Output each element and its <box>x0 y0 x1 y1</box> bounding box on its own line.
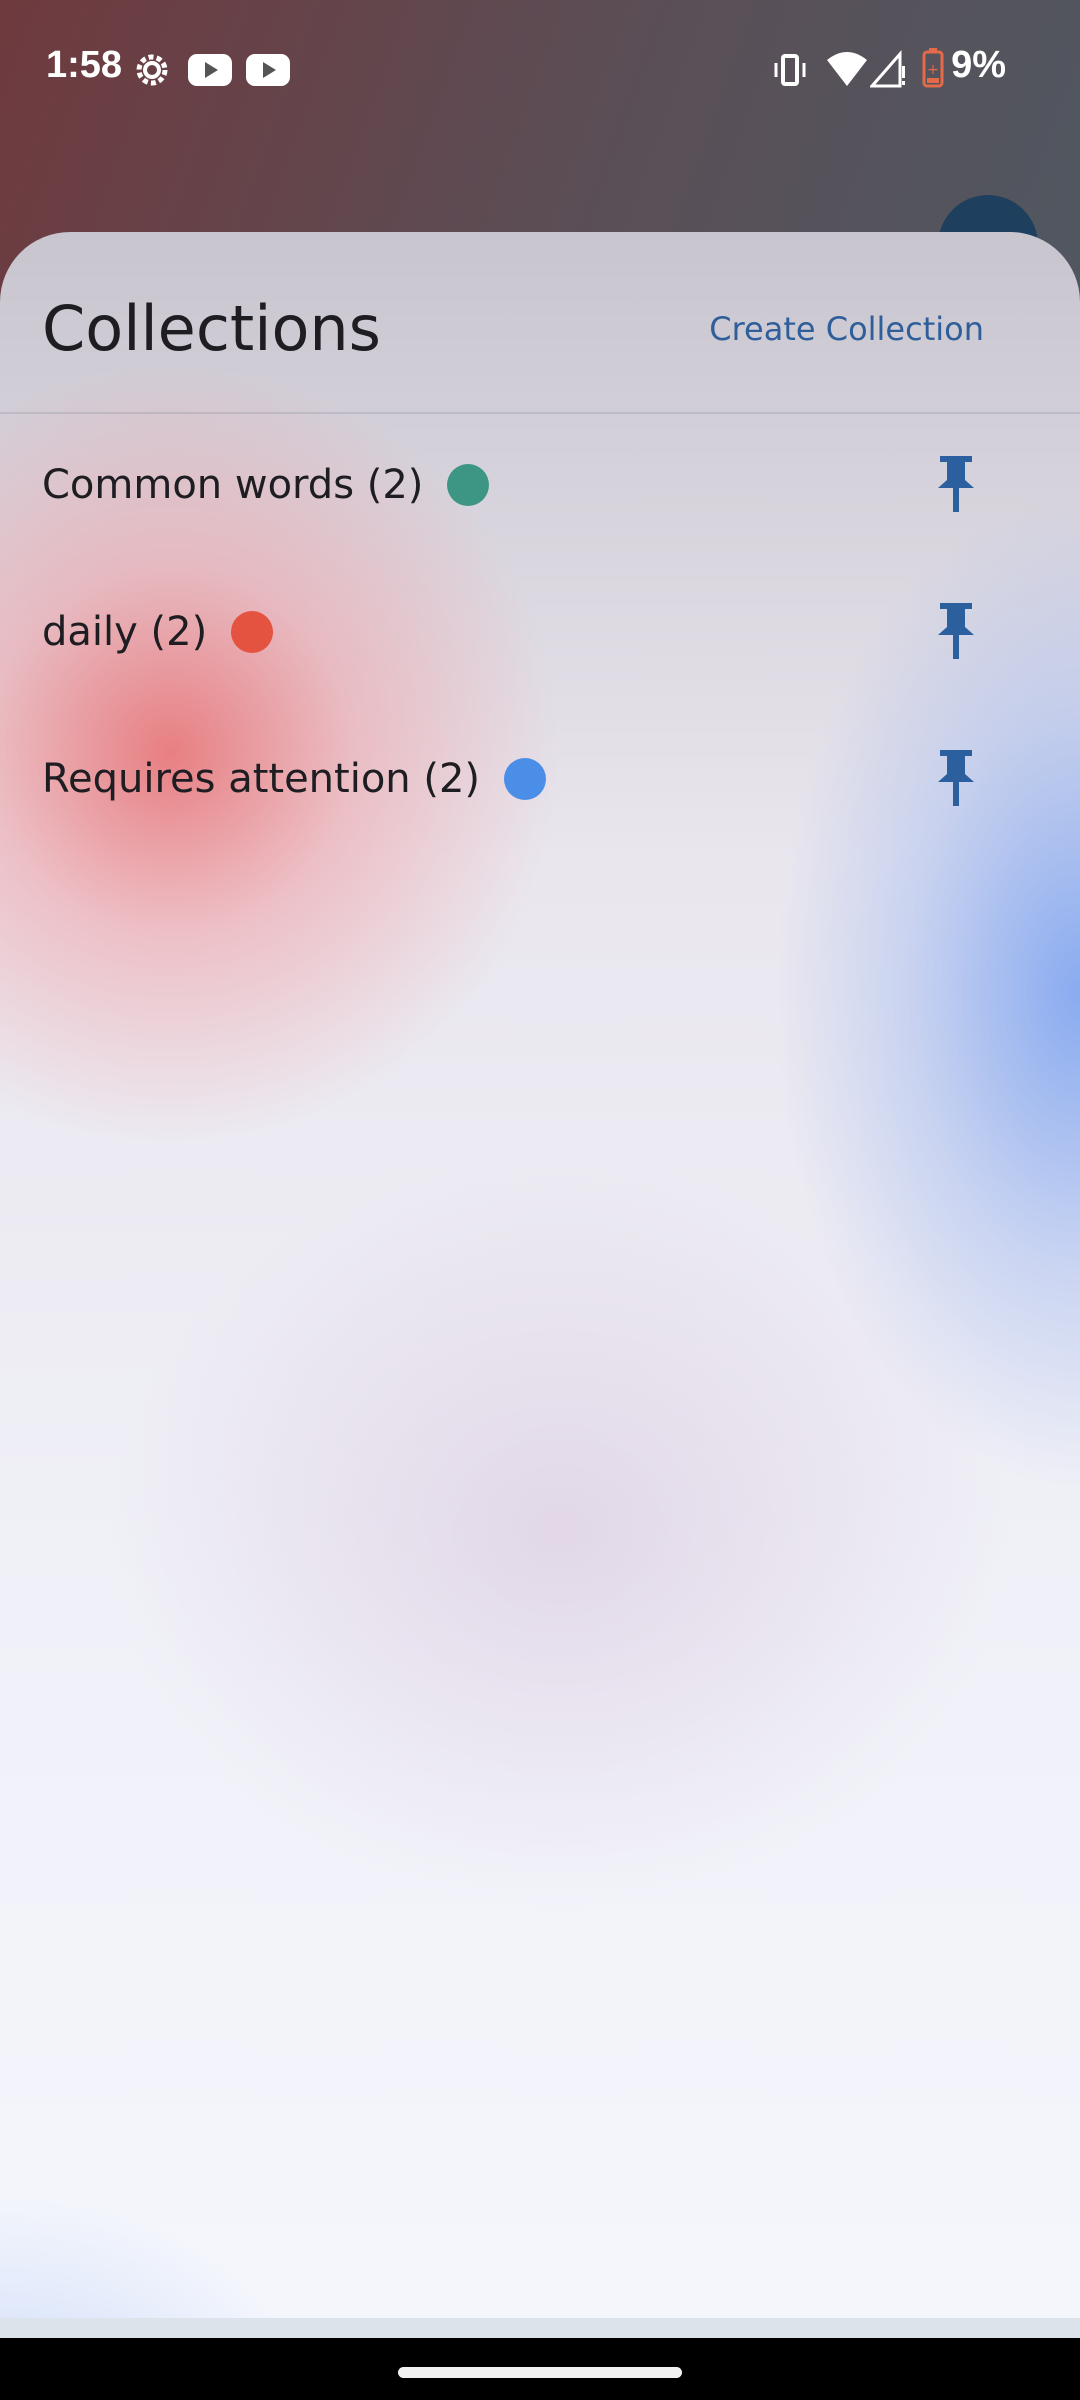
pin-icon[interactable] <box>936 750 976 808</box>
pin-icon[interactable] <box>936 456 976 514</box>
youtube-icon <box>188 54 232 91</box>
create-collection-button[interactable]: Create Collection <box>709 310 984 348</box>
youtube-icon <box>246 54 290 91</box>
collection-label: Requires attention (2) <box>42 756 481 802</box>
cell-signal-icon <box>868 50 906 93</box>
status-bar: 1:58 + 9% <box>0 0 1080 136</box>
collection-row-common-words[interactable]: Common words (2) <box>0 412 1080 558</box>
settings-gear-icon <box>132 50 172 95</box>
collections-bottom-sheet: Collections Create Collection Common wor… <box>0 232 1080 2320</box>
nav-divider <box>0 2318 1080 2338</box>
svg-text:+: + <box>927 62 939 78</box>
wifi-icon <box>826 50 868 93</box>
collection-row-daily[interactable]: daily (2) <box>0 559 1080 705</box>
vibrate-icon <box>770 50 810 95</box>
status-time: 1:58 <box>46 44 123 86</box>
sheet-title: Collections <box>42 292 381 365</box>
home-gesture-handle[interactable] <box>398 2367 682 2378</box>
pin-icon[interactable] <box>936 603 976 661</box>
collection-color-dot <box>231 611 274 653</box>
collection-color-dot <box>447 464 490 506</box>
battery-low-icon: + <box>922 48 944 93</box>
collection-color-dot <box>504 758 547 800</box>
collection-row-requires-attention[interactable]: Requires attention (2) <box>0 706 1080 852</box>
sheet-header: Collections Create Collection <box>0 232 1080 414</box>
battery-percent: 9% <box>951 44 1006 86</box>
collection-label: Common words (2) <box>42 462 424 508</box>
collection-label: daily (2) <box>42 609 208 655</box>
